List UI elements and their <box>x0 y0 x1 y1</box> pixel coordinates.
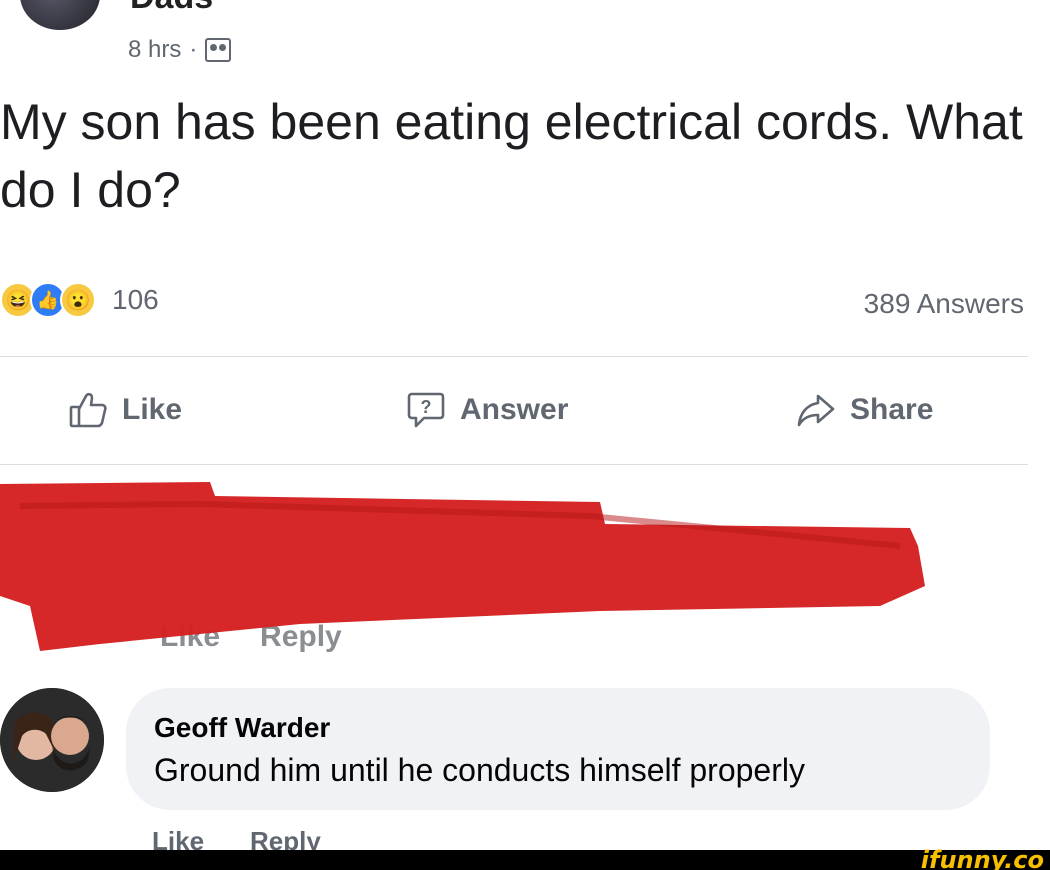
commenter-photo <box>0 688 104 792</box>
redaction-scribble <box>0 482 925 651</box>
share-arrow-icon <box>797 394 835 427</box>
footer-bar <box>0 850 1050 870</box>
group-name[interactable]: Dads <box>130 0 213 17</box>
post-actions: Like ? Answer Share <box>0 362 1050 462</box>
comment-text: Ground him until he conducts himself pro… <box>154 752 805 788</box>
commenter-avatar[interactable] <box>0 688 104 792</box>
question-bubble-icon: ? <box>407 392 445 428</box>
answer-button[interactable]: ? Answer <box>406 390 568 430</box>
divider-top <box>0 356 1028 357</box>
svg-text:?: ? <box>421 397 432 417</box>
like-label: Like <box>122 393 183 426</box>
reaction-count: 106 <box>112 284 159 315</box>
divider-bottom <box>0 464 1028 465</box>
post-text: My son has been eating electrical cords.… <box>0 94 1023 218</box>
ifunny-watermark: ifunny.co <box>920 846 1044 870</box>
group-avatar[interactable] <box>20 0 100 30</box>
answer-label: Answer <box>460 393 569 426</box>
meta-separator: · <box>189 36 198 63</box>
group-icon <box>205 38 232 62</box>
comment-bubble: Geoff Warder Ground him until he conduct… <box>126 688 990 810</box>
post-header: Dads 8 hrs · <box>0 0 1050 90</box>
thumbs-up-icon <box>69 392 107 428</box>
post-meta: 8 hrs · <box>128 36 232 64</box>
post-time[interactable]: 8 hrs <box>128 36 181 64</box>
like-button[interactable]: Like <box>68 390 182 430</box>
answers-count[interactable]: 389 Answers <box>864 288 1024 320</box>
share-button[interactable]: Share <box>796 390 933 430</box>
share-label: Share <box>850 393 934 426</box>
wow-reaction-icon: 😮 <box>60 282 96 318</box>
comment-author[interactable]: Geoff Warder <box>154 712 330 744</box>
reactions-summary[interactable]: 😆 👍 😮 106 <box>0 282 159 318</box>
